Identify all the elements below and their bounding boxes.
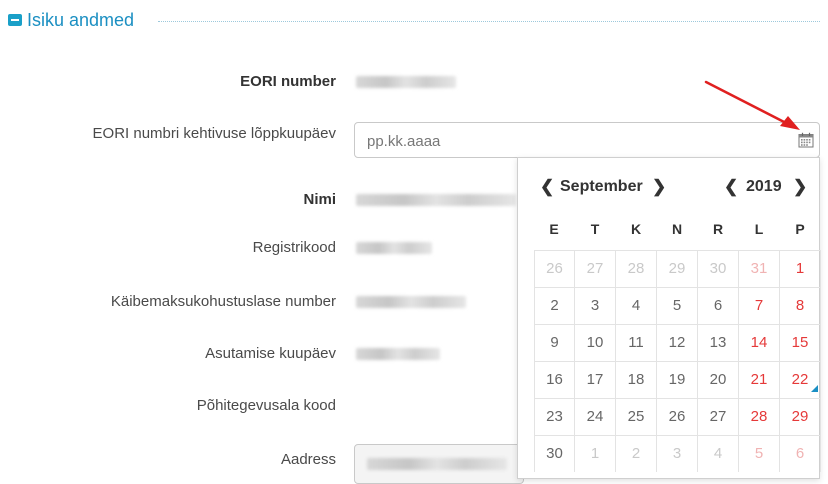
- calendar-day[interactable]: 26: [657, 398, 698, 435]
- address-label: Aadress: [280, 451, 336, 468]
- calendar-day[interactable]: 27: [698, 398, 739, 435]
- calendar-day[interactable]: 12: [657, 324, 698, 361]
- calendar-day[interactable]: 29: [657, 250, 698, 287]
- founding-date-value: [356, 348, 440, 360]
- address-field[interactable]: [354, 444, 524, 484]
- next-year-button[interactable]: ❯: [793, 176, 807, 198]
- calendar-day[interactable]: 29: [780, 398, 821, 435]
- calendar-day[interactable]: 5: [657, 287, 698, 324]
- calendar-day[interactable]: 9: [534, 324, 575, 361]
- calendar-day[interactable]: 30: [534, 435, 575, 472]
- vat-number-label: Käibemaksukohustuslase number: [110, 293, 336, 310]
- section-divider: [158, 21, 820, 22]
- weekday-label: R: [712, 221, 724, 237]
- red-arrow-icon: [704, 80, 800, 130]
- next-month-button[interactable]: ❯: [652, 176, 666, 198]
- calendar-day[interactable]: 1: [780, 250, 821, 287]
- calendar-day[interactable]: 2: [616, 435, 657, 472]
- calendar-day[interactable]: 31: [739, 250, 780, 287]
- calendar-day[interactable]: 17: [575, 361, 616, 398]
- calendar-day[interactable]: 14: [739, 324, 780, 361]
- calendar-day[interactable]: 26: [534, 250, 575, 287]
- calendar-day[interactable]: 8: [780, 287, 821, 324]
- eori-validity-label: EORI numbri kehtivuse lõppkuupäev: [92, 125, 336, 142]
- registry-code-label: Registrikood: [252, 239, 336, 256]
- calendar-day-today[interactable]: 22: [780, 361, 821, 398]
- registry-code-value: [356, 242, 432, 254]
- datepicker-header: ❮ September ❯ ❮ 2019 ❯: [518, 176, 819, 198]
- calendar-day[interactable]: 15: [780, 324, 821, 361]
- section-title: Isiku andmed: [27, 10, 135, 30]
- eori-number-value: [356, 76, 456, 88]
- main-activity-code-label: Põhitegevusala kood: [196, 397, 336, 414]
- calendar-day[interactable]: 10: [575, 324, 616, 361]
- weekday-label: N: [671, 221, 683, 237]
- calendar-day[interactable]: 18: [616, 361, 657, 398]
- calendar-grid: 26 27 28 29 30 31 1 2 3 4 5 6 7 8 9 10 11 12 13 14 15 16 17 18 1…: [534, 250, 821, 472]
- calendar-day[interactable]: 23: [534, 398, 575, 435]
- calendar-day[interactable]: 30: [698, 250, 739, 287]
- calendar-day[interactable]: 13: [698, 324, 739, 361]
- name-label: Nimi: [303, 191, 336, 208]
- calendar-day[interactable]: 6: [780, 435, 821, 472]
- calendar-day[interactable]: 5: [739, 435, 780, 472]
- calendar-day[interactable]: 25: [616, 398, 657, 435]
- calendar-day[interactable]: 24: [575, 398, 616, 435]
- calendar-day[interactable]: 20: [698, 361, 739, 398]
- weekday-label: K: [630, 221, 642, 237]
- datepicker-popup: ❮ September ❯ ❮ 2019 ❯ ETKNRLP 26 27 28 29 3…: [517, 157, 821, 479]
- calendar-day[interactable]: 3: [575, 287, 616, 324]
- calendar-day[interactable]: 7: [739, 287, 780, 324]
- weekday-label: E: [549, 221, 559, 237]
- calendar-day[interactable]: 16: [534, 361, 575, 398]
- eori-number-label: EORI number: [240, 73, 336, 90]
- calendar-day[interactable]: 11: [616, 324, 657, 361]
- vat-number-value: [356, 296, 466, 308]
- section-header: Isiku andmed: [8, 8, 820, 32]
- calendar-day[interactable]: 28: [739, 398, 780, 435]
- calendar-day[interactable]: 21: [739, 361, 780, 398]
- calendar-day[interactable]: 6: [698, 287, 739, 324]
- calendar-day[interactable]: 4: [616, 287, 657, 324]
- founding-date-label: Asutamise kuupäev: [205, 345, 336, 362]
- weekday-label: L: [754, 221, 764, 237]
- prev-month-button[interactable]: ❮: [540, 176, 554, 198]
- calendar-year[interactable]: 2019: [746, 176, 782, 198]
- calendar-day[interactable]: 28: [616, 250, 657, 287]
- calendar-day[interactable]: 4: [698, 435, 739, 472]
- prev-year-button[interactable]: ❮: [724, 176, 738, 198]
- weekday-label: P: [795, 221, 805, 237]
- weekday-header: ETKNRLP: [534, 221, 821, 243]
- name-value: [356, 194, 516, 206]
- minus-square-icon[interactable]: [8, 14, 22, 26]
- calendar-month[interactable]: September: [560, 176, 643, 198]
- calendar-day[interactable]: 2: [534, 287, 575, 324]
- calendar-day[interactable]: 27: [575, 250, 616, 287]
- calendar-day[interactable]: 19: [657, 361, 698, 398]
- weekday-label: T: [590, 221, 600, 237]
- address-value: [367, 458, 507, 470]
- calendar-day[interactable]: 3: [657, 435, 698, 472]
- calendar-day[interactable]: 1: [575, 435, 616, 472]
